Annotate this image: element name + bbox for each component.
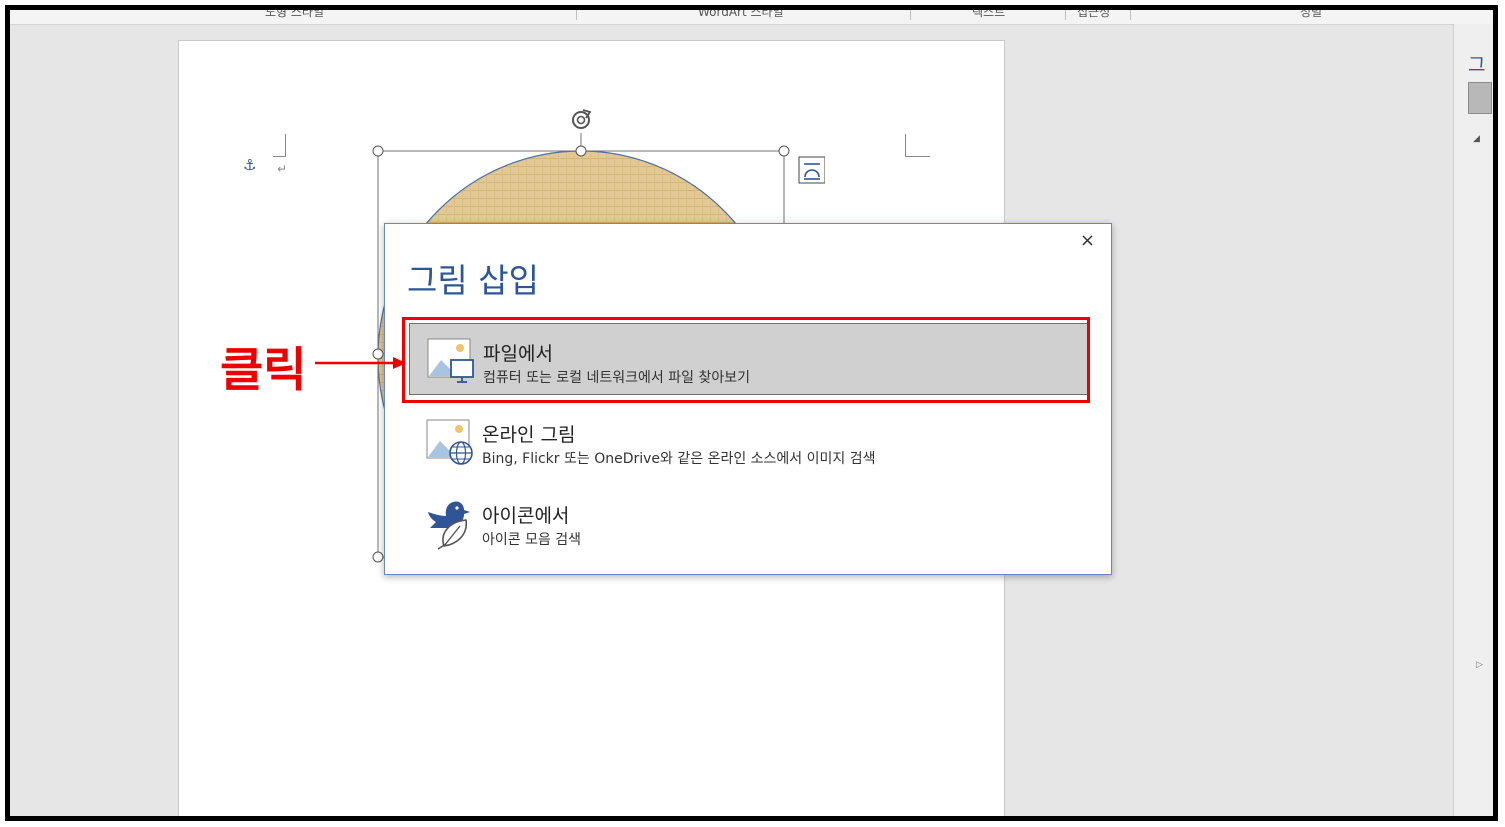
option-description: Bing, Flickr 또는 OneDrive와 같은 온라인 소스에서 이미…	[482, 451, 876, 467]
ribbon-group-accessibility[interactable]: 접근성	[1077, 10, 1110, 20]
resize-handle-ne[interactable]	[778, 145, 790, 157]
margin-corner-top-right	[905, 134, 930, 157]
close-icon[interactable]: ×	[1080, 230, 1095, 251]
resize-handle-nw[interactable]	[372, 145, 384, 157]
option-title: 아이콘에서	[482, 505, 570, 527]
option-title: 파일에서	[483, 343, 553, 365]
right-task-pane: 그 ◢ ▷	[1453, 24, 1493, 816]
option-from-file[interactable]: 파일에서 컴퓨터 또는 로컬 네트워크에서 파일 찾아보기	[409, 323, 1089, 395]
option-description: 아이콘 모음 검색	[482, 532, 582, 548]
option-description: 컴퓨터 또는 로컬 네트워크에서 파일 찾아보기	[483, 370, 750, 386]
dialog-title: 그림 삽입	[407, 261, 539, 300]
ribbon-group-text[interactable]: 텍스트	[972, 10, 1005, 20]
layout-options-icon[interactable]	[798, 156, 825, 184]
option-title: 온라인 그림	[482, 424, 576, 446]
icons-bird-leaf-icon	[428, 501, 470, 550]
collapse-pane-icon[interactable]: ▷	[1476, 660, 1483, 670]
insert-picture-dialog: × 그림 삽입 파일에서 컴퓨터 또는 로컬 네트워크에서 파일 찾아보기 온라…	[384, 223, 1112, 575]
paragraph-mark-icon: ↵	[277, 162, 288, 176]
click-annotation-label: 클릭	[220, 343, 307, 398]
right-pane-title: 그	[1468, 54, 1486, 76]
option-from-icons[interactable]: 아이콘에서 아이콘 모음 검색	[409, 486, 1089, 558]
fill-bucket-icon[interactable]	[1468, 82, 1492, 114]
screenshot-frame: 도형 스타일 WordArt 스타일 텍스트 접근성 정렬 ⚓ ↵ 그 ◢ ▷ …	[5, 5, 1498, 821]
resize-handle-n[interactable]	[575, 145, 587, 157]
rotation-handle-icon[interactable]	[572, 109, 592, 129]
ribbon-group-shape-styles[interactable]: 도형 스타일	[265, 10, 324, 20]
margin-corner-top-left	[273, 134, 286, 157]
picture-from-file-icon	[427, 338, 474, 383]
resize-handle-sw[interactable]	[372, 551, 384, 563]
expand-triangle-icon[interactable]: ◢	[1473, 134, 1480, 144]
arrow-right-icon	[315, 357, 406, 369]
ribbon-group-wordart-styles[interactable]: WordArt 스타일	[698, 10, 784, 20]
ribbon-group-labels: 도형 스타일 WordArt 스타일 텍스트 접근성 정렬	[10, 10, 1493, 25]
online-picture-icon	[426, 419, 473, 465]
option-online-pictures[interactable]: 온라인 그림 Bing, Flickr 또는 OneDrive와 같은 온라인 …	[409, 405, 1089, 477]
ribbon-group-arrange[interactable]: 정렬	[1300, 10, 1322, 20]
anchor-icon: ⚓	[243, 156, 257, 174]
